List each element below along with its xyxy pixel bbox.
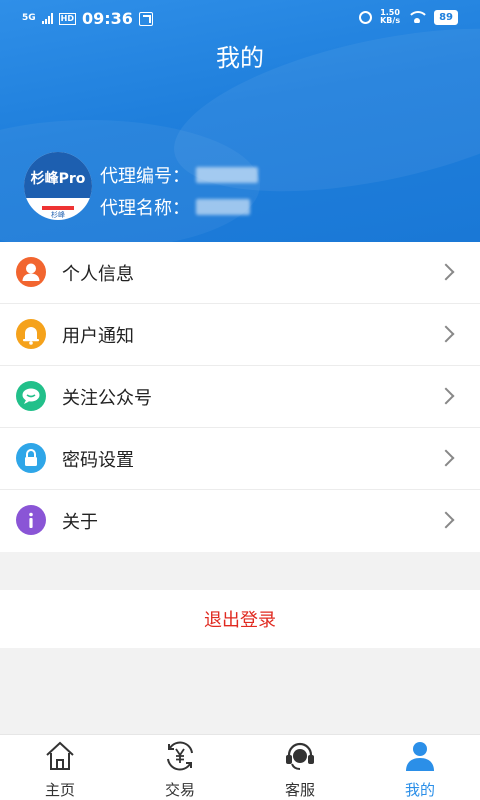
menu-item-label: 关于 [62,512,98,533]
network-type: 5G [22,13,36,23]
status-time: 09:36 [82,9,133,28]
alarm-icon [359,10,373,24]
tab-label: 交易 [164,781,195,799]
tab-mine[interactable]: 我的 [360,735,480,800]
menu-item-follow-account[interactable]: 关注公众号 [0,366,480,428]
lock-icon [16,443,46,473]
screen: 5G HD 09:36 1.50 KB/s 89 我的 杉峰Pro 杉峰 代理编… [0,0,480,800]
menu-item-user-notice[interactable]: 用户通知 [0,304,480,366]
home-icon [43,739,77,773]
page-title: 我的 [216,44,264,72]
tab-customer-service[interactable]: 客服 [240,735,360,800]
avatar-sub-text: 杉峰 [51,211,65,219]
chevron-right-icon [437,387,455,405]
menu-item-about[interactable]: 关于 [0,490,480,552]
tab-label: 主页 [44,781,75,799]
wifi-icon [408,11,427,23]
menu-item-personal-info[interactable]: 个人信息 [0,242,480,304]
chat-icon [16,381,46,411]
tab-label: 客服 [284,781,315,799]
chevron-right-icon [437,325,455,343]
bell-icon [16,319,46,349]
user-icon [403,739,437,773]
network-speed: 1.50 KB/s [380,8,401,25]
headset-icon [283,739,317,773]
agent-id-label: 代理编号： [100,166,190,187]
agent-name-row: 代理名称： [100,194,250,220]
person-icon [16,257,46,287]
telegram-icon [138,11,153,26]
tab-home[interactable]: 主页 [0,735,120,800]
chevron-right-icon [437,263,455,281]
tab-label: 我的 [404,781,435,799]
menu-item-label: 密码设置 [62,449,134,471]
menu-item-password-settings[interactable]: 密码设置 [0,428,480,490]
tab-trade[interactable]: 交易 [120,735,240,800]
menu-item-label: 用户通知 [62,325,134,347]
bottom-tab-bar: 主页 交易 客服 我的 [0,734,480,800]
signal-icon [41,13,53,24]
agent-id-row: 代理编号： [100,162,258,188]
agent-name-label: 代理名称： [100,198,190,219]
battery-icon: 89 [434,9,458,25]
avatar[interactable]: 杉峰Pro 杉峰 [24,152,92,220]
menu-list: 个人信息 用户通知 关注公众号 密码设置 关于 [0,242,480,552]
chevron-right-icon [437,511,455,529]
hd-icon: HD [58,12,76,25]
agent-name-value-blurred [196,199,250,215]
menu-item-label: 关注公众号 [62,387,152,409]
logout-button[interactable]: 退出登录 [0,590,480,648]
yuan-exchange-icon [163,739,197,773]
profile-header: 5G HD 09:36 1.50 KB/s 89 我的 杉峰Pro 杉峰 代理编… [0,0,480,242]
chevron-right-icon [437,449,455,467]
agent-id-value-blurred [196,167,258,183]
info-icon [16,505,46,535]
avatar-logo-text: 杉峰Pro [30,171,86,187]
status-bar: 5G HD 09:36 1.50 KB/s 89 [0,0,480,36]
menu-item-label: 个人信息 [62,263,134,285]
